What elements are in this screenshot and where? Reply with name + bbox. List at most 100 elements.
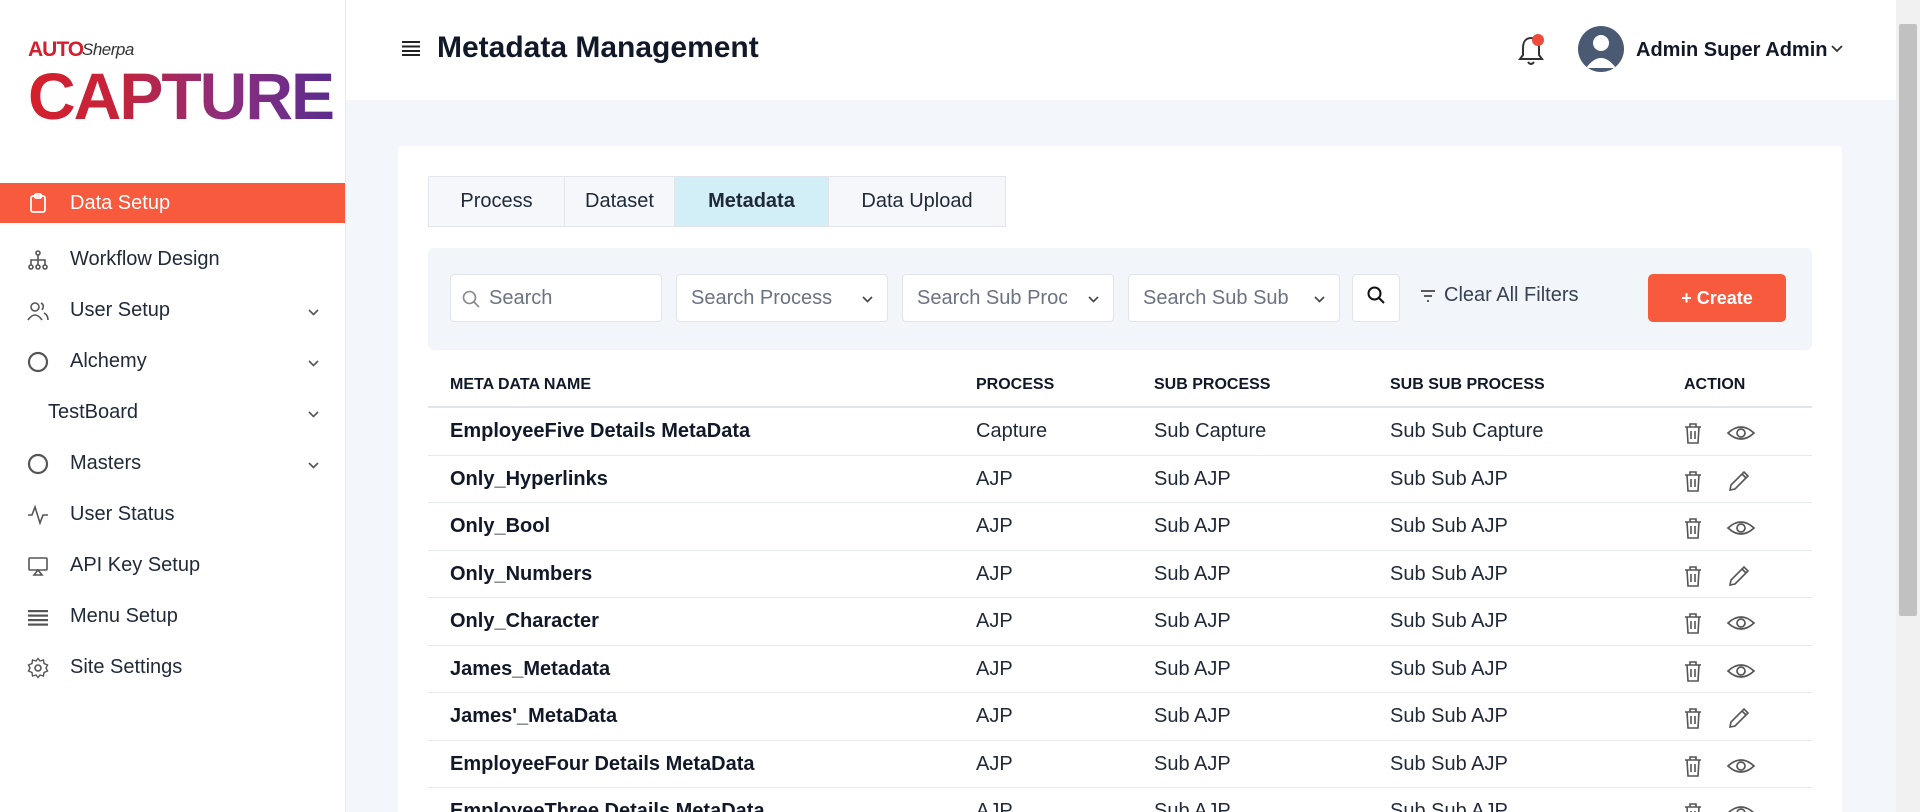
metadata-name-cell[interactable]: Only_Numbers <box>450 563 592 586</box>
tab-dataset[interactable]: Dataset <box>565 177 675 226</box>
sidebar-item-site-settings[interactable]: Site Settings <box>0 642 345 693</box>
circle-icon <box>26 452 50 476</box>
sidebar-item-testboard[interactable]: TestBoard <box>0 387 345 438</box>
search-icon <box>1366 285 1386 311</box>
metadata-name-cell[interactable]: James_Metadata <box>450 658 610 681</box>
process-placeholder: Search Process <box>691 286 833 309</box>
delete-trash-icon[interactable] <box>1680 800 1706 812</box>
user-name[interactable]: Admin Super Admin <box>1636 39 1827 62</box>
sub-process-cell: Sub AJP <box>1154 610 1231 632</box>
page-title: Metadata Management <box>437 31 759 64</box>
sidebar-item-user-status[interactable]: User Status <box>0 489 345 540</box>
table-row[interactable]: James'_MetaData AJP Sub AJP Sub Sub AJP <box>428 693 1812 741</box>
chevron-down-icon <box>308 303 319 319</box>
metadata-name-cell[interactable]: James'_MetaData <box>450 705 617 728</box>
delete-trash-icon[interactable] <box>1680 610 1706 636</box>
metadata-name-cell[interactable]: Only_Bool <box>450 515 550 538</box>
metadata-name-cell[interactable]: EmployeeThree Details MetaData <box>450 800 765 812</box>
clipboard-icon <box>26 191 50 215</box>
delete-trash-icon[interactable] <box>1680 753 1706 779</box>
sub-sub-process-placeholder: Search Sub Sub <box>1143 286 1289 309</box>
metadata-name-cell[interactable]: Only_Character <box>450 610 599 633</box>
table-row[interactable]: EmployeeFour Details MetaData AJP Sub AJP S… <box>428 741 1812 788</box>
sub-process-select[interactable]: Search Sub Proc <box>902 274 1114 322</box>
view-eye-icon[interactable] <box>1726 420 1756 446</box>
sub-sub-process-select[interactable]: Search Sub Sub <box>1128 274 1340 322</box>
sub-sub-process-cell: Sub Sub AJP <box>1390 705 1508 727</box>
sidebar-item-alchemy[interactable]: Alchemy <box>0 336 345 387</box>
column-header: META DATA NAME <box>450 376 592 393</box>
edit-pencil-icon[interactable] <box>1726 468 1752 494</box>
page-scrollbar[interactable] <box>1896 0 1920 812</box>
users-icon <box>26 299 50 323</box>
main-card: Process Dataset Metadata Data Upload Search… <box>398 146 1842 812</box>
sub-process-cell: Sub AJP <box>1154 752 1231 775</box>
view-eye-icon[interactable] <box>1726 515 1756 541</box>
view-eye-icon[interactable] <box>1726 610 1756 636</box>
notification-badge <box>1532 34 1544 46</box>
metadata-table: META DATA NAME PROCESS SUB PROCESS SUB S… <box>428 364 1812 812</box>
tab-process[interactable]: Process <box>429 177 565 226</box>
table-row[interactable]: Only_Numbers AJP Sub AJP Sub Sub AJP <box>428 551 1812 598</box>
process-cell: AJP <box>976 752 1013 775</box>
filter-icon <box>1420 289 1436 303</box>
create-button[interactable]: + Create <box>1648 274 1786 322</box>
tab-data-upload[interactable]: Data Upload <box>829 177 1005 226</box>
tab-metadata[interactable]: Metadata <box>675 177 829 226</box>
view-eye-icon[interactable] <box>1726 753 1756 779</box>
table-row[interactable]: Only_Hyperlinks AJP Sub AJP Sub Sub AJP <box>428 456 1812 503</box>
scrollbar-thumb[interactable] <box>1899 24 1917 616</box>
sidebar-item-workflow-design[interactable]: Workflow Design <box>0 234 345 285</box>
gear-icon <box>26 656 50 680</box>
delete-trash-icon[interactable] <box>1680 563 1706 589</box>
sub-sub-process-cell: Sub Sub Capture <box>1390 420 1544 442</box>
hamburger-menu-icon[interactable] <box>402 40 420 56</box>
chevron-down-icon <box>862 291 873 306</box>
search-button[interactable] <box>1352 274 1400 322</box>
edit-pencil-icon[interactable] <box>1726 705 1752 731</box>
metadata-name-cell[interactable]: EmployeeFive Details MetaData <box>450 420 750 443</box>
table-row[interactable]: Only_Bool AJP Sub AJP Sub Sub AJP <box>428 503 1812 551</box>
sidebar-nav: Data Setup Workflow Design User Setup Alche… <box>0 183 345 693</box>
filter-bar: Search Search Process Search Sub Proc Se… <box>428 248 1812 350</box>
sidebar-item-api-key-setup[interactable]: API Key Setup <box>0 540 345 591</box>
delete-trash-icon[interactable] <box>1680 420 1706 446</box>
table-row[interactable]: James_Metadata AJP Sub AJP Sub Sub AJP <box>428 646 1812 693</box>
list-icon <box>26 605 50 629</box>
clear-filters-button[interactable]: Clear All Filters <box>1420 284 1578 307</box>
view-eye-icon[interactable] <box>1726 800 1755 812</box>
monitor-icon <box>26 554 50 578</box>
sub-sub-process-cell: Sub Sub AJP <box>1390 657 1508 680</box>
sub-sub-process-cell: Sub Sub AJP <box>1390 752 1508 775</box>
sidebar-item-label: Workflow Design <box>70 248 220 270</box>
top-header: Metadata Management Admin Super Admin <box>346 0 1896 100</box>
sidebar-item-user-setup[interactable]: User Setup <box>0 285 345 336</box>
delete-trash-icon[interactable] <box>1680 705 1706 731</box>
process-select[interactable]: Search Process <box>676 274 888 322</box>
delete-trash-icon[interactable] <box>1680 658 1706 684</box>
edit-pencil-icon[interactable] <box>1726 563 1752 589</box>
view-eye-icon[interactable] <box>1726 658 1756 684</box>
table-row[interactable]: EmployeeThree Details MetaData AJP Sub AJP… <box>428 788 1812 812</box>
metadata-name-cell[interactable]: EmployeeFour Details MetaData <box>450 753 755 776</box>
app-logo[interactable]: AUTO Sherpa CAPTURE <box>26 36 335 132</box>
delete-trash-icon[interactable] <box>1680 468 1706 494</box>
sidebar-item-masters[interactable]: Masters <box>0 438 345 489</box>
metadata-name-cell[interactable]: Only_Hyperlinks <box>450 468 608 491</box>
search-input[interactable]: Search <box>450 274 662 322</box>
sub-process-cell: Sub AJP <box>1154 705 1231 727</box>
process-cell: AJP <box>976 562 1013 585</box>
sub-sub-process-cell: Sub Sub AJP <box>1390 800 1508 812</box>
table-row[interactable]: EmployeeFive Details MetaData Capture Sub … <box>428 408 1812 456</box>
sidebar-item-label: Masters <box>70 452 142 474</box>
user-avatar[interactable] <box>1578 26 1624 72</box>
delete-trash-icon[interactable] <box>1680 515 1706 541</box>
sub-sub-process-cell: Sub Sub AJP <box>1390 562 1508 585</box>
table-row[interactable]: Only_Character AJP Sub AJP Sub Sub AJP <box>428 598 1812 646</box>
column-header: ACTION <box>1684 376 1746 393</box>
chevron-down-icon <box>308 456 319 472</box>
sidebar-item-data-setup[interactable]: Data Setup <box>0 183 345 223</box>
sidebar-item-menu-setup[interactable]: Menu Setup <box>0 591 345 642</box>
chevron-down-icon[interactable] <box>1831 40 1843 56</box>
sidebar-item-label: Site Settings <box>70 656 183 678</box>
